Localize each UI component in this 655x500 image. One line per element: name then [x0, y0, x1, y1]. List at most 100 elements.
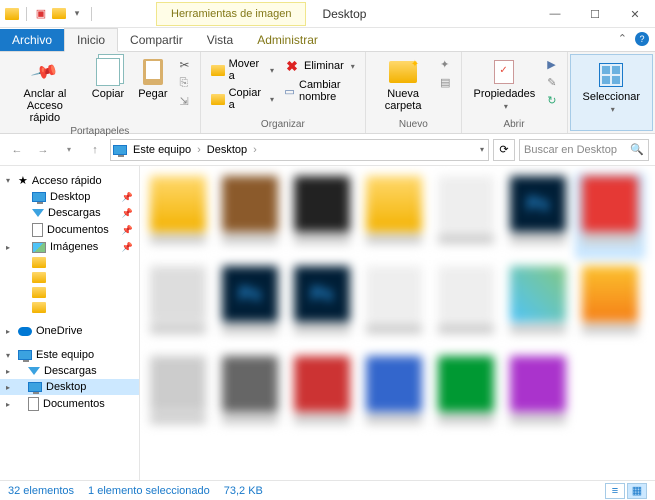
- new-item-icon: ✦: [440, 58, 449, 71]
- file-item[interactable]: [362, 356, 426, 436]
- image-icon: [32, 242, 46, 253]
- pin-icon: 📌: [122, 242, 133, 253]
- group-organize-label: Organizar: [207, 119, 360, 131]
- rename-button[interactable]: ▭Cambiar nombre: [280, 77, 359, 105]
- file-item[interactable]: Ps: [506, 176, 570, 256]
- tab-share[interactable]: Compartir: [118, 29, 195, 51]
- tree-quick-access[interactable]: ▾★Acceso rápido: [0, 172, 139, 189]
- group-clipboard-label: Portapapeles: [6, 126, 194, 138]
- qat-newfolder-icon[interactable]: [51, 6, 67, 22]
- file-item[interactable]: [290, 356, 354, 436]
- easy-access-button[interactable]: ▤: [436, 74, 454, 91]
- tree-subfolder[interactable]: [0, 300, 139, 315]
- pin-label: Anclar al Acceso rápido: [12, 88, 78, 124]
- crumb-desktop[interactable]: Desktop: [203, 142, 251, 158]
- copy-to-button[interactable]: Copiar a: [207, 85, 278, 113]
- recent-dropdown-icon[interactable]: ▾: [58, 139, 80, 161]
- new-item-button[interactable]: ✦: [436, 56, 454, 73]
- address-bar[interactable]: Este equipo Desktop ▾: [110, 139, 489, 161]
- file-item[interactable]: [578, 266, 642, 346]
- cut-button[interactable]: ✂: [176, 56, 194, 74]
- select-button[interactable]: Seleccionar: [577, 59, 646, 116]
- file-item[interactable]: [434, 356, 498, 436]
- file-item[interactable]: [146, 176, 210, 256]
- maximize-button[interactable]: ☐: [575, 0, 615, 28]
- file-item[interactable]: [506, 356, 570, 436]
- tree-subfolder[interactable]: [0, 270, 139, 285]
- history-button[interactable]: ↻: [543, 92, 560, 109]
- file-item-selected[interactable]: [578, 176, 642, 256]
- minimize-button[interactable]: —: [535, 0, 575, 28]
- tab-file[interactable]: Archivo: [0, 29, 64, 51]
- tab-manage[interactable]: Administrar: [245, 29, 330, 51]
- tree-subfolder[interactable]: [0, 255, 139, 270]
- ribbon-collapse-icon[interactable]: ⌃: [618, 32, 627, 46]
- paste-shortcut-button[interactable]: ⇲: [176, 93, 194, 110]
- file-item[interactable]: [362, 176, 426, 256]
- file-item[interactable]: Ps: [290, 266, 354, 346]
- download-icon: [28, 367, 40, 375]
- monitor-icon: [28, 382, 42, 392]
- file-item[interactable]: [506, 266, 570, 346]
- open-button[interactable]: ▶: [543, 56, 560, 73]
- file-item[interactable]: [146, 266, 210, 346]
- qat-dropdown-icon[interactable]: ▾: [69, 6, 85, 22]
- tree-subfolder[interactable]: [0, 285, 139, 300]
- copy-icon: [94, 58, 122, 86]
- crumb-thispc[interactable]: Este equipo: [129, 142, 195, 158]
- help-icon[interactable]: ?: [635, 32, 649, 46]
- file-item[interactable]: [434, 266, 498, 346]
- nav-tree[interactable]: ▾★Acceso rápido Desktop📌 Descargas📌 Docu…: [0, 166, 140, 480]
- folder-icon: [32, 257, 46, 268]
- tab-home[interactable]: Inicio: [64, 28, 118, 52]
- tree-thispc[interactable]: ▾Este equipo: [0, 347, 139, 363]
- refresh-button[interactable]: ⟳: [493, 139, 515, 161]
- tree-documents[interactable]: Documentos📌: [0, 221, 139, 239]
- pin-button[interactable]: 📌 Anclar al Acceso rápido: [6, 56, 84, 126]
- file-item[interactable]: [434, 176, 498, 256]
- open-icon: ▶: [547, 58, 555, 71]
- properties-button[interactable]: Propiedades: [468, 56, 542, 113]
- copy-path-button[interactable]: ⎘: [176, 75, 194, 92]
- status-count: 32 elementos: [8, 485, 74, 497]
- tab-view[interactable]: Vista: [195, 29, 245, 51]
- forward-button[interactable]: →: [32, 139, 54, 161]
- move-to-button[interactable]: Mover a: [207, 56, 278, 84]
- file-item[interactable]: [290, 176, 354, 256]
- tree-desktop[interactable]: Desktop📌: [0, 189, 139, 205]
- file-view[interactable]: Ps Ps Ps: [140, 166, 655, 480]
- delete-button[interactable]: ✖Eliminar: [280, 56, 359, 76]
- qat-properties-icon[interactable]: ▣: [33, 6, 49, 22]
- nav-bar: ← → ▾ ↑ Este equipo Desktop ▾ ⟳ Buscar e…: [0, 134, 655, 166]
- copyto-icon: [211, 91, 225, 107]
- file-item[interactable]: Ps: [218, 266, 282, 346]
- clipboard-extra: ✂ ⎘ ⇲: [176, 56, 194, 110]
- tree-desktop2[interactable]: ▸Desktop: [0, 379, 139, 395]
- quick-access-toolbar: ▣ ▾: [0, 6, 96, 22]
- back-button[interactable]: ←: [6, 139, 28, 161]
- edit-button[interactable]: ✎: [543, 74, 560, 91]
- new-folder-button[interactable]: Nueva carpeta: [372, 56, 434, 114]
- file-item[interactable]: [218, 176, 282, 256]
- cloud-icon: [18, 327, 32, 336]
- file-item[interactable]: [218, 356, 282, 436]
- search-input[interactable]: Buscar en Desktop 🔍: [519, 139, 649, 161]
- close-button[interactable]: ✕: [615, 0, 655, 28]
- icons-view-button[interactable]: ▦: [627, 483, 647, 499]
- tree-documents2[interactable]: ▸Documentos: [0, 395, 139, 413]
- monitor-icon: [32, 192, 46, 202]
- delete-icon: ✖: [284, 58, 300, 74]
- tree-downloads[interactable]: Descargas📌: [0, 205, 139, 221]
- up-button[interactable]: ↑: [84, 139, 106, 161]
- tree-onedrive[interactable]: ▸OneDrive: [0, 323, 139, 339]
- file-item[interactable]: [362, 266, 426, 346]
- tree-pictures[interactable]: ▸Imágenes📌: [0, 239, 139, 255]
- copy-button[interactable]: Copiar: [86, 56, 130, 102]
- select-icon: [597, 61, 625, 89]
- properties-label: Propiedades: [474, 88, 536, 100]
- details-view-button[interactable]: ≡: [605, 483, 625, 499]
- address-dropdown-icon[interactable]: ▾: [480, 145, 484, 154]
- tree-downloads2[interactable]: ▸Descargas: [0, 363, 139, 379]
- paste-button[interactable]: Pegar: [132, 56, 173, 102]
- file-item[interactable]: [146, 356, 210, 436]
